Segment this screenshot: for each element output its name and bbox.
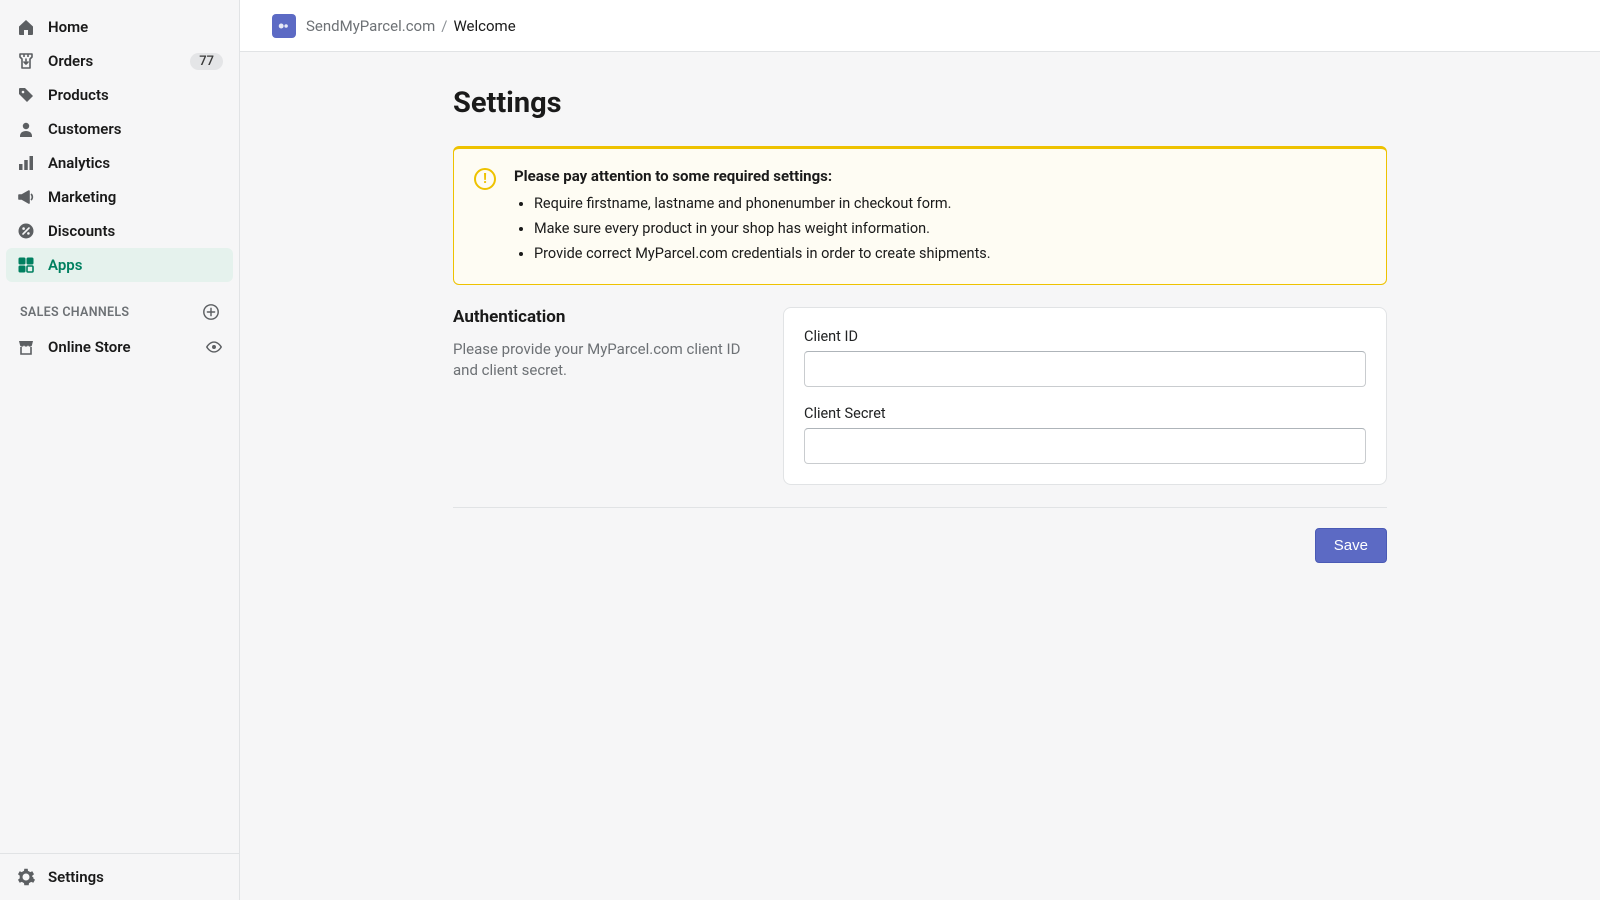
client-id-label: Client ID <box>804 328 1366 345</box>
sidebar-item-orders[interactable]: Orders 77 <box>6 44 233 78</box>
sidebar-item-products[interactable]: Products <box>6 78 233 112</box>
plus-circle-icon <box>202 303 220 321</box>
app-logo-icon <box>272 14 296 38</box>
breadcrumb-app[interactable]: SendMyParcel.com <box>306 17 435 35</box>
client-id-input[interactable] <box>804 351 1366 387</box>
section-title: Authentication <box>453 307 759 327</box>
products-icon <box>16 85 36 105</box>
sidebar-item-label: Settings <box>48 868 223 886</box>
alert-item: Require firstname, lastname and phonenum… <box>534 195 1366 212</box>
discounts-icon <box>16 221 36 241</box>
sidebar-item-label: Marketing <box>48 188 223 206</box>
sidebar-item-label: Online Store <box>48 338 193 356</box>
section-info: Authentication Please provide your MyPar… <box>453 307 759 485</box>
sales-channels-header: SALES CHANNELS <box>6 282 233 330</box>
alert-item: Provide correct MyParcel.com credentials… <box>534 245 1366 262</box>
alert-heading: Please pay attention to some required se… <box>514 167 1366 185</box>
sidebar-item-label: Home <box>48 18 223 36</box>
sidebar-item-home[interactable]: Home <box>6 10 233 44</box>
page-title: Settings <box>453 86 1387 120</box>
sidebar-item-label: Analytics <box>48 154 223 172</box>
client-id-field: Client ID <box>804 328 1366 387</box>
content-inner: Settings ! Please pay attention to some … <box>453 86 1387 866</box>
sidebar-item-customers[interactable]: Customers <box>6 112 233 146</box>
section-header-label: SALES CHANNELS <box>20 305 129 320</box>
store-icon <box>16 337 36 357</box>
apps-icon <box>16 255 36 275</box>
sidebar-item-settings[interactable]: Settings <box>6 860 233 894</box>
orders-badge: 77 <box>190 53 223 70</box>
sidebar-item-label: Products <box>48 86 223 104</box>
section-card: Client ID Client Secret <box>783 307 1387 485</box>
sidebar-nav: Home Orders 77 Products Customers <box>0 10 239 853</box>
client-secret-label: Client Secret <box>804 405 1366 422</box>
warning-icon: ! <box>474 168 496 190</box>
authentication-section: Authentication Please provide your MyPar… <box>453 307 1387 485</box>
breadcrumb: SendMyParcel.com / Welcome <box>306 17 516 35</box>
analytics-icon <box>16 153 36 173</box>
main: SendMyParcel.com / Welcome Settings ! Pl… <box>240 0 1600 900</box>
sidebar-item-apps[interactable]: Apps <box>6 248 233 282</box>
client-secret-input[interactable] <box>804 428 1366 464</box>
sidebar-item-label: Orders <box>48 52 178 70</box>
sidebar-item-online-store[interactable]: Online Store <box>6 330 233 364</box>
sidebar-bottom: Settings <box>0 853 239 900</box>
breadcrumb-separator: / <box>441 17 447 35</box>
app-root: Home Orders 77 Products Customers <box>0 0 1600 900</box>
add-channel-button[interactable] <box>201 302 221 322</box>
sidebar-item-marketing[interactable]: Marketing <box>6 180 233 214</box>
marketing-icon <box>16 187 36 207</box>
topbar: SendMyParcel.com / Welcome <box>240 0 1600 52</box>
eye-icon <box>205 338 223 356</box>
home-icon <box>16 17 36 37</box>
client-secret-field: Client Secret <box>804 405 1366 464</box>
alert-list: Require firstname, lastname and phonenum… <box>514 195 1366 262</box>
view-store-button[interactable] <box>205 338 223 356</box>
divider <box>453 507 1387 508</box>
sidebar-item-discounts[interactable]: Discounts <box>6 214 233 248</box>
alert-item: Make sure every product in your shop has… <box>534 220 1366 237</box>
sidebar-item-label: Customers <box>48 120 223 138</box>
gear-icon <box>16 867 36 887</box>
breadcrumb-current: Welcome <box>453 17 515 35</box>
save-button[interactable]: Save <box>1315 528 1387 563</box>
section-description: Please provide your MyParcel.com client … <box>453 339 759 381</box>
sidebar: Home Orders 77 Products Customers <box>0 0 240 900</box>
customers-icon <box>16 119 36 139</box>
orders-icon <box>16 51 36 71</box>
sidebar-item-analytics[interactable]: Analytics <box>6 146 233 180</box>
sidebar-item-label: Apps <box>48 256 223 274</box>
alert-body: Please pay attention to some required se… <box>514 167 1366 270</box>
sidebar-item-label: Discounts <box>48 222 223 240</box>
actions-row: Save <box>453 528 1387 563</box>
warning-alert: ! Please pay attention to some required … <box>453 146 1387 285</box>
content: Settings ! Please pay attention to some … <box>240 52 1600 900</box>
